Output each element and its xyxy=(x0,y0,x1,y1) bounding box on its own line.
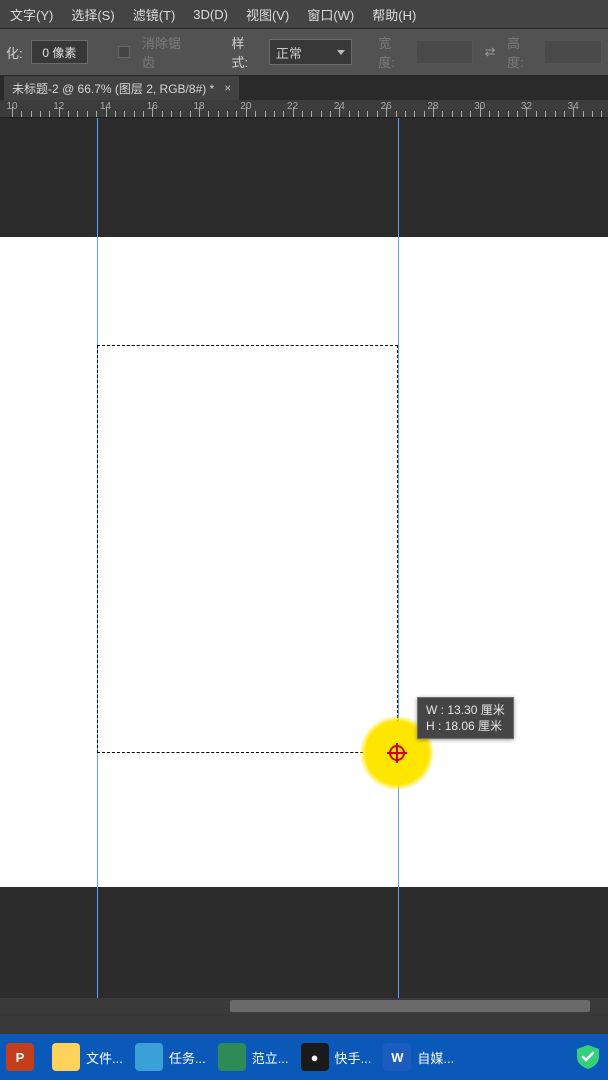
menu-bar: 文字(Y) 选择(S) 滤镜(T) 3D(D) 视图(V) 窗口(W) 帮助(H… xyxy=(0,0,608,28)
menu-window[interactable]: 窗口(W) xyxy=(307,5,354,24)
ruler-tick-label: 32 xyxy=(521,101,532,112)
menu-3d[interactable]: 3D(D) xyxy=(193,7,228,22)
taskbar-app-icon: ● xyxy=(301,1043,329,1071)
ruler-tick-label: 12 xyxy=(53,101,64,112)
taskbar-app-icon: W xyxy=(383,1043,411,1071)
ruler-tick-label: 20 xyxy=(240,101,251,112)
ruler-tick-label: 24 xyxy=(334,101,345,112)
taskbar-app-icon xyxy=(218,1043,246,1071)
taskbar-item-label: 快手... xyxy=(335,1048,372,1067)
feather-input[interactable]: 0 像素 xyxy=(31,40,89,64)
horizontal-scrollbar[interactable] xyxy=(0,998,608,1014)
taskbar-item-label: 任务... xyxy=(169,1048,206,1067)
tooltip-w-value: 13.30 厘米 xyxy=(447,703,504,717)
taskbar-item-label: 范立... xyxy=(252,1048,289,1067)
taskbar-item[interactable]: W 自媒... xyxy=(383,1043,454,1071)
style-label: 样式: xyxy=(231,33,260,71)
ruler-tick-label: 26 xyxy=(381,101,392,112)
marquee-selection[interactable] xyxy=(97,345,398,753)
document-tab-strip: 未标题-2 @ 66.7% (图层 2, RGB/8#) * × xyxy=(0,76,608,100)
taskbar-app-icon xyxy=(52,1043,80,1071)
taskbar-item[interactable]: P xyxy=(6,1043,40,1071)
antialias-label: 消除锯齿 xyxy=(142,33,194,71)
ruler-tick-label: 30 xyxy=(474,101,485,112)
taskbar-item[interactable]: ● 快手... xyxy=(301,1043,372,1071)
ruler-tick-label: 18 xyxy=(194,101,205,112)
document-tab-title: 未标题-2 @ 66.7% (图层 2, RGB/8#) * xyxy=(12,80,214,97)
dimension-tooltip: W : 13.30 厘米 H : 18.06 厘米 xyxy=(417,697,514,739)
tooltip-h-value: 18.06 厘米 xyxy=(445,719,502,733)
height-label: 高度: xyxy=(507,33,536,71)
taskbar-item[interactable]: 范立... xyxy=(218,1043,289,1071)
menu-filter[interactable]: 滤镜(T) xyxy=(133,5,176,24)
ruler-tick-label: 10 xyxy=(6,101,17,112)
width-label: 宽度: xyxy=(378,33,407,71)
ruler-tick-label: 16 xyxy=(147,101,158,112)
menu-help[interactable]: 帮助(H) xyxy=(372,5,416,24)
ruler-tick-label: 14 xyxy=(100,101,111,112)
tooltip-w-label: W : xyxy=(426,703,444,717)
taskbar-item[interactable]: 文件... xyxy=(52,1043,123,1071)
close-icon[interactable]: × xyxy=(224,81,231,95)
menu-type[interactable]: 文字(Y) xyxy=(10,5,53,24)
taskbar-item[interactable]: 任务... xyxy=(135,1043,206,1071)
taskbar-item-label: 自媒... xyxy=(417,1048,454,1067)
ruler-tick-label: 22 xyxy=(287,101,298,112)
ruler-tick-label: 28 xyxy=(427,101,438,112)
workspace[interactable]: W : 13.30 厘米 H : 18.06 厘米 xyxy=(0,118,608,1014)
security-shield-icon[interactable] xyxy=(574,1043,602,1071)
menu-select[interactable]: 选择(S) xyxy=(71,5,114,24)
tooltip-h-label: H : xyxy=(426,719,441,733)
menu-view[interactable]: 视图(V) xyxy=(246,5,289,24)
height-input xyxy=(544,40,602,64)
document-tab[interactable]: 未标题-2 @ 66.7% (图层 2, RGB/8#) * × xyxy=(4,76,239,100)
feather-label: 化: xyxy=(6,43,23,62)
antialias-checkbox[interactable] xyxy=(118,46,130,58)
scrollbar-thumb[interactable] xyxy=(230,1000,590,1012)
chevron-down-icon xyxy=(337,50,345,55)
taskbar-app-icon xyxy=(135,1043,163,1071)
swap-wh-icon[interactable]: ⇄ xyxy=(481,43,499,61)
taskbar-item-label: 文件... xyxy=(86,1048,123,1067)
ruler-tick-label: 34 xyxy=(568,101,579,112)
taskbar[interactable]: P 文件... 任务... 范立... ● 快手... W 自媒... xyxy=(0,1034,608,1080)
width-input xyxy=(416,40,474,64)
style-value: 正常 xyxy=(276,43,302,62)
taskbar-app-icon: P xyxy=(6,1043,34,1071)
horizontal-ruler[interactable]: 10 12 14 16 18 20 22 24 26 28 30 32 34 xyxy=(0,100,608,118)
crosshair-icon xyxy=(387,743,407,763)
style-select[interactable]: 正常 xyxy=(269,39,352,65)
guide-vertical-right[interactable] xyxy=(398,118,399,1014)
options-bar: 化: 0 像素 消除锯齿 样式: 正常 宽度: ⇄ 高度: xyxy=(0,28,608,76)
